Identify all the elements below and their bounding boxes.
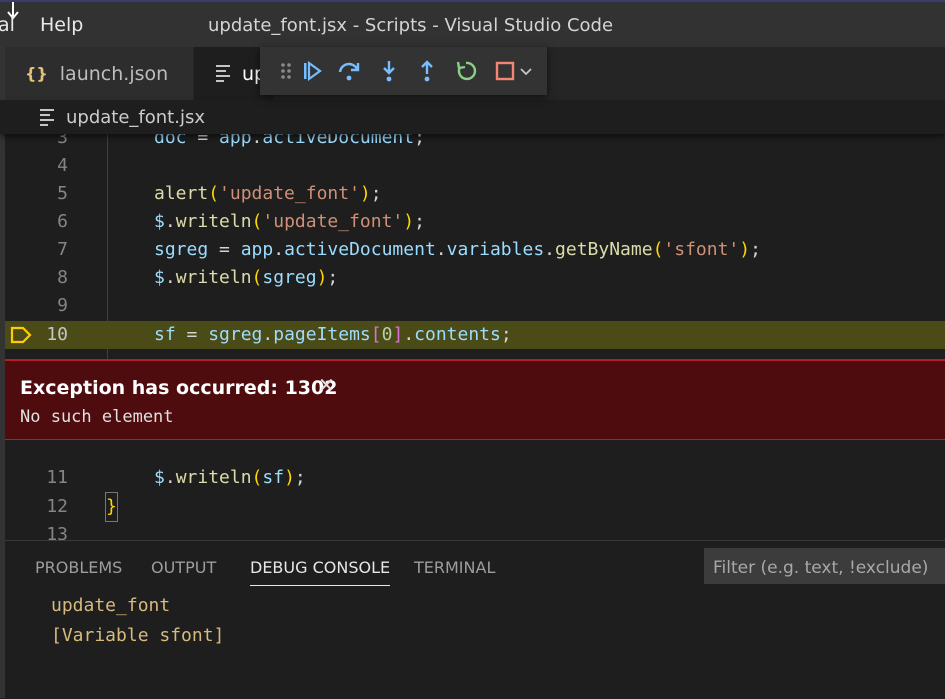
line-number: 6: [57, 211, 68, 232]
line-number: 7: [57, 239, 68, 260]
tab-terminal[interactable]: TERMINAL: [414, 558, 495, 577]
tab-problems[interactable]: PROBLEMS: [35, 558, 122, 577]
title-bar: al Help update_font.jsx - Scripts - Visu…: [0, 0, 945, 47]
file-lines-icon: [40, 106, 54, 129]
code-line: 8 $.writeln(sgreg);: [0, 264, 945, 292]
line-code: sgreg = app.activeDocument.variables.get…: [154, 239, 761, 260]
exception-widget: Exception has occurred: 1302 ✕ No such e…: [5, 359, 945, 440]
code-editor[interactable]: 3 doc = app.activeDocument; 4 5 alert('u…: [0, 124, 945, 540]
code-line: 5 alert('update_font');: [0, 180, 945, 208]
tab-debug-console[interactable]: DEBUG CONSOLE: [250, 558, 391, 586]
exception-message: No such element: [20, 407, 174, 427]
code-line: 11 $.writeln(sf);: [0, 464, 945, 492]
drag-handle-icon[interactable]: [274, 59, 298, 83]
close-icon[interactable]: ✕: [318, 373, 335, 397]
current-line: 10 sf = sgreg.pageItems[0].contents;: [0, 321, 945, 349]
line-code: alert('update_font');: [154, 183, 382, 204]
step-over-icon[interactable]: [337, 59, 361, 83]
line-number: 12: [46, 496, 68, 517]
code-line: 12 }: [0, 492, 945, 522]
line-number: 8: [57, 267, 68, 288]
code-line: 6 $.writeln('update_font');: [0, 208, 945, 236]
step-into-icon[interactable]: [377, 59, 401, 83]
restart-icon[interactable]: [454, 59, 478, 83]
step-out-icon[interactable]: [415, 59, 439, 83]
line-number: 10: [46, 324, 68, 345]
line-number: 9: [57, 295, 68, 316]
line-code: sf = sgreg.pageItems[0].contents;: [154, 324, 512, 345]
line-code: $.writeln(sgreg);: [154, 267, 339, 288]
console-filter-input[interactable]: Filter (e.g. text, !exclude): [704, 548, 945, 584]
line-number: 4: [57, 155, 68, 176]
continue-icon[interactable]: [300, 59, 324, 83]
line-code: $.writeln('update_font');: [154, 211, 425, 232]
activity-bar-edge: [0, 47, 5, 698]
line-number: 11: [46, 467, 68, 488]
chevron-down-icon[interactable]: [518, 59, 534, 83]
bottom-panel: PROBLEMS OUTPUT DEBUG CONSOLE TERMINAL F…: [5, 540, 945, 699]
tab-output[interactable]: OUTPUT: [151, 558, 216, 577]
menu-help[interactable]: Help: [40, 14, 83, 36]
breadcrumb: update_font.jsx: [0, 100, 945, 134]
code-line: 9: [0, 292, 945, 320]
line-number: 5: [57, 183, 68, 204]
file-lines-icon: [216, 62, 230, 85]
tab-launch-json[interactable]: {} launch.json: [5, 47, 193, 100]
stop-icon[interactable]: [493, 59, 517, 83]
closing-brace: }: [105, 492, 118, 522]
exception-title: Exception has occurred: 1302: [20, 377, 338, 399]
tab-label: launch.json: [59, 62, 169, 85]
breadcrumb-file[interactable]: update_font.jsx: [66, 107, 205, 128]
code-line: 7 sgreg = app.activeDocument.variables.g…: [0, 236, 945, 264]
code-line: 4: [0, 152, 945, 180]
debug-toolbar: [260, 47, 547, 95]
line-code: $.writeln(sf);: [154, 467, 306, 488]
json-braces-icon: {}: [25, 64, 48, 83]
line-number: 13: [46, 524, 68, 540]
window-title: update_font.jsx - Scripts - Visual Studi…: [208, 15, 614, 36]
console-output-line: [Variable sfont]: [51, 625, 225, 646]
console-output-line: update_font: [51, 595, 171, 616]
code-line: 13: [0, 521, 945, 540]
cursor-icon: [7, 2, 19, 20]
